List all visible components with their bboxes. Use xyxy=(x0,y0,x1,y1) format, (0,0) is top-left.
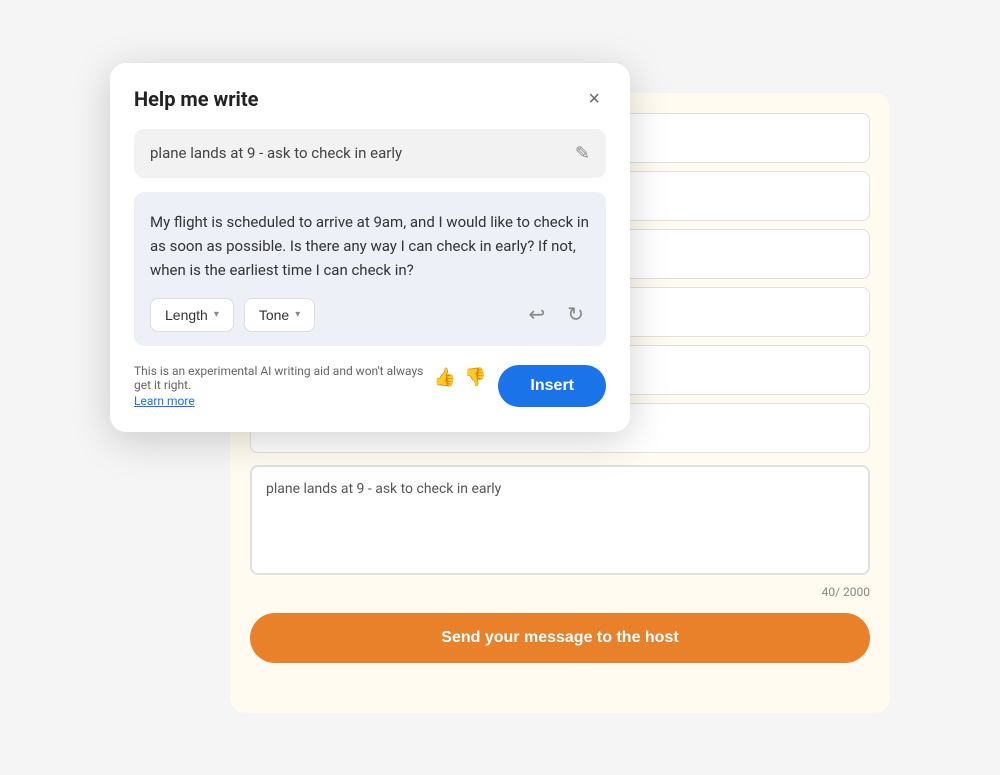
close-button[interactable]: × xyxy=(582,87,606,111)
input-row: plane lands at 9 - ask to check in early… xyxy=(134,129,606,178)
length-label: Length xyxy=(165,307,208,323)
modal-header: Help me write × xyxy=(134,87,606,111)
char-count: 40/ 2000 xyxy=(250,585,870,599)
message-textarea[interactable]: plane lands at 9 - ask to check in early xyxy=(250,465,870,575)
insert-button[interactable]: Insert xyxy=(498,365,606,407)
thumb-row: 👍 👎 xyxy=(434,367,487,388)
controls-row: Length ▾ Tone ▾ ↩ ↻ xyxy=(150,298,590,332)
edit-icon[interactable]: ✎ xyxy=(575,143,590,164)
output-text: My flight is scheduled to arrive at 9am,… xyxy=(150,210,590,282)
thumbup-button[interactable]: 👍 xyxy=(434,367,456,388)
refresh-button[interactable]: ↻ xyxy=(561,301,590,329)
input-text: plane lands at 9 - ask to check in early xyxy=(150,144,402,162)
modal-title: Help me write xyxy=(134,87,258,111)
thumbdown-button[interactable]: 👎 xyxy=(464,367,486,388)
length-arrow: ▾ xyxy=(214,309,219,320)
length-dropdown[interactable]: Length ▾ xyxy=(150,298,234,332)
output-area: My flight is scheduled to arrive at 9am,… xyxy=(134,192,606,346)
send-button[interactable]: Send your message to the host xyxy=(250,613,870,663)
help-me-write-modal: Help me write × plane lands at 9 - ask t… xyxy=(110,63,630,432)
footer-info-row: This is an experimental AI writing aid a… xyxy=(134,364,486,392)
learn-more-link[interactable]: Learn more xyxy=(134,394,486,408)
footer-left: This is an experimental AI writing aid a… xyxy=(134,364,486,408)
textarea-value: plane lands at 9 - ask to check in early xyxy=(266,481,501,497)
modal-footer: This is an experimental AI writing aid a… xyxy=(134,364,606,408)
tone-arrow: ▾ xyxy=(295,309,300,320)
tone-dropdown[interactable]: Tone ▾ xyxy=(244,298,315,332)
footer-text: This is an experimental AI writing aid a… xyxy=(134,364,426,392)
tone-label: Tone xyxy=(259,307,289,323)
undo-button[interactable]: ↩ xyxy=(522,301,551,329)
